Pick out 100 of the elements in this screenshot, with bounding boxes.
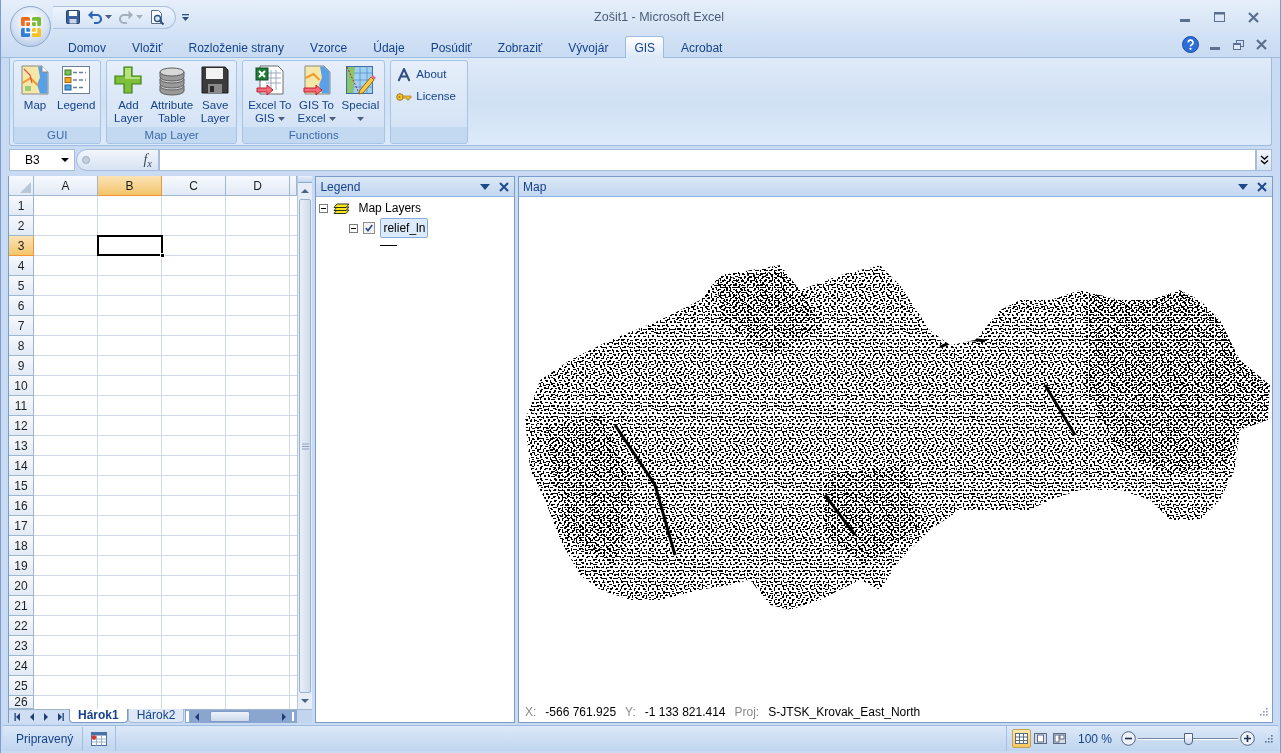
ribbon-tab[interactable]: Vložiť — [123, 36, 172, 58]
next-sheet-icon[interactable] — [41, 711, 51, 722]
legend-button[interactable]: Legend — [54, 63, 99, 127]
pane-menu-icon[interactable] — [480, 183, 490, 190]
row-header[interactable]: 4 — [9, 256, 34, 276]
collapse-icon[interactable] — [349, 223, 359, 233]
ribbon-tab[interactable]: Zobraziť — [488, 36, 552, 58]
save-layer-button[interactable]: Save Layer — [196, 63, 235, 127]
row-header[interactable]: 24 — [9, 656, 34, 676]
row-header[interactable]: 14 — [9, 456, 34, 476]
row-header[interactable]: 20 — [9, 576, 34, 596]
scrollbar-thumb[interactable] — [299, 199, 312, 693]
ribbon-tab[interactable]: Vývojár — [559, 36, 618, 58]
row-header[interactable]: 5 — [9, 276, 34, 296]
page-break-view-icon — [1052, 733, 1066, 744]
name-box[interactable]: B3 — [9, 149, 75, 171]
row-header[interactable]: 19 — [9, 556, 34, 576]
zoom-out-icon[interactable] — [1121, 731, 1136, 746]
active-cell[interactable] — [97, 235, 163, 256]
excel-to-gis-button[interactable]: Excel To GIS — [245, 63, 295, 127]
map-button[interactable]: Map — [16, 63, 54, 127]
column-header[interactable]: C — [162, 176, 226, 196]
gis-to-excel-button[interactable]: GIS To Excel — [294, 63, 339, 127]
help-icon[interactable] — [1182, 36, 1199, 53]
zoom-in-icon[interactable] — [1240, 731, 1255, 746]
close-icon[interactable] — [499, 181, 509, 192]
row-header[interactable]: 1 — [9, 196, 34, 216]
caret-icon — [356, 116, 364, 121]
zoom-level[interactable]: 100 % — [1077, 729, 1112, 748]
special-button[interactable]: Special — [338, 63, 383, 127]
row-header[interactable]: 10 — [9, 376, 34, 396]
column-header[interactable]: B — [98, 176, 162, 196]
collapse-icon[interactable] — [319, 203, 329, 213]
horizontal-scrollbar[interactable] — [190, 710, 298, 723]
row-header[interactable]: 21 — [9, 596, 34, 616]
row-header[interactable]: 16 — [9, 496, 34, 516]
row-header[interactable]: 18 — [9, 536, 34, 556]
ribbon-tab[interactable]: GIS — [625, 36, 665, 58]
slider-thumb[interactable] — [1184, 732, 1193, 745]
expand-formula-button[interactable] — [1256, 149, 1272, 171]
attribute-table-button[interactable]: Attribute Table — [147, 63, 197, 127]
row-header[interactable]: 11 — [9, 396, 34, 416]
pane-menu-icon[interactable] — [1238, 183, 1248, 190]
row-header[interactable]: 26 — [9, 696, 34, 709]
row-header[interactable]: 9 — [9, 356, 34, 376]
undo-icon — [87, 9, 103, 25]
checkbox[interactable] — [363, 222, 376, 234]
about-button[interactable]: About — [393, 64, 459, 86]
ribbon-tab[interactable]: Vzorce — [300, 36, 357, 58]
group-label: Functions — [243, 127, 385, 143]
horizontal-scroll-thumb[interactable] — [210, 711, 251, 722]
sheet-tab[interactable]: Hárok1 — [69, 709, 128, 723]
license-button[interactable]: License — [393, 86, 459, 108]
view-button[interactable] — [1011, 729, 1031, 748]
workbook-restore-button[interactable] — [1231, 37, 1245, 52]
row-header[interactable]: 23 — [9, 636, 34, 656]
row-header[interactable]: 25 — [9, 676, 34, 696]
row-header[interactable]: 6 — [9, 296, 34, 316]
tree-item[interactable]: relief_ln — [380, 218, 429, 238]
close-icon[interactable] — [1257, 181, 1267, 192]
save-button[interactable] — [63, 7, 83, 27]
row-header[interactable]: 2 — [9, 216, 34, 236]
record-macro-button[interactable] — [90, 729, 109, 748]
customize-toolbar-icon[interactable] — [181, 12, 190, 22]
ribbon-tab[interactable]: Údaje — [364, 36, 414, 58]
row-header[interactable]: 15 — [9, 476, 34, 496]
row-header[interactable]: 12 — [9, 416, 34, 436]
ribbon-tab[interactable]: Rozloženie strany — [179, 36, 293, 58]
sheet-tab[interactable]: Hárok2 — [127, 709, 185, 723]
legend-list-icon — [60, 64, 93, 96]
spreadsheet-arrow-icon — [253, 64, 286, 96]
vertical-scrollbar[interactable] — [297, 176, 313, 709]
column-header[interactable]: A — [34, 176, 98, 196]
formula-input[interactable] — [159, 149, 1256, 171]
ribbon-tab[interactable]: Domov — [59, 36, 115, 58]
row-header[interactable]: 22 — [9, 616, 34, 636]
insert-function-button[interactable]: f$_{x}$ — [143, 152, 152, 168]
last-sheet-icon[interactable] — [55, 711, 65, 722]
first-sheet-icon[interactable] — [13, 711, 23, 722]
row-header[interactable]: 8 — [9, 336, 34, 356]
ribbon-tab[interactable]: Acrobat — [672, 36, 732, 58]
grid-view-icon — [1014, 733, 1028, 744]
office-logo-icon — [18, 14, 43, 39]
ribbon-tab[interactable]: Posúdiť — [421, 36, 481, 58]
fill-handle-icon[interactable] — [160, 253, 165, 258]
row-header[interactable]: 17 — [9, 516, 34, 536]
line-symbol-icon — [380, 244, 398, 246]
cell-grid[interactable] — [34, 196, 298, 709]
row-header[interactable]: 3 — [9, 236, 34, 256]
resize-grip-icon[interactable] — [1265, 734, 1273, 743]
tree-item[interactable]: Map Layers — [355, 198, 425, 218]
worksheet-icon — [91, 731, 108, 746]
zoom-slider-track[interactable] — [1138, 731, 1238, 746]
row-header[interactable]: 13 — [9, 436, 34, 456]
row-header[interactable]: 7 — [9, 316, 34, 336]
workbook-close-button[interactable] — [1254, 37, 1268, 52]
add-layer-button[interactable]: Add Layer — [109, 63, 148, 127]
resize-grip-icon[interactable] — [1260, 708, 1268, 716]
tab-split-handle[interactable] — [185, 710, 191, 723]
column-header[interactable]: D — [226, 176, 290, 196]
